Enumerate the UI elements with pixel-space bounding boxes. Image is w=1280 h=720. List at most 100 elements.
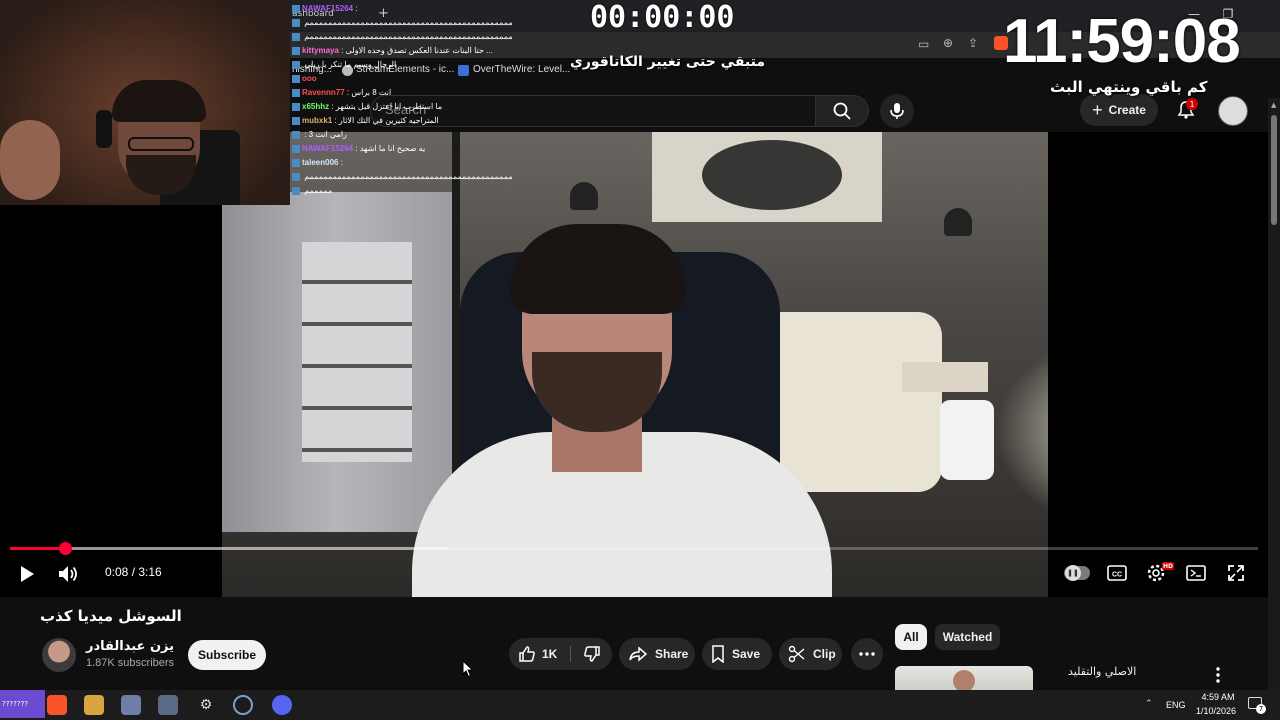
save-button[interactable]: Save bbox=[702, 638, 772, 670]
chat-badge-icon bbox=[292, 74, 300, 83]
share-icon bbox=[629, 646, 648, 662]
chat-badge-icon bbox=[292, 18, 300, 27]
brave-taskbar-icon[interactable] bbox=[47, 695, 67, 715]
chat-username: NAWAF15264 bbox=[302, 144, 354, 153]
app-taskbar-icon[interactable] bbox=[121, 695, 141, 715]
tray-expand-icon[interactable]: ⌃ bbox=[1145, 699, 1153, 709]
recommendation-title[interactable]: الاصلي والتقليد bbox=[1068, 665, 1136, 678]
svg-text:CC: CC bbox=[1112, 572, 1122, 579]
tray-time[interactable]: 4:59 AM bbox=[1196, 692, 1240, 702]
start-button[interactable]: ??????? bbox=[0, 690, 45, 718]
volume-button[interactable] bbox=[56, 561, 82, 587]
chat-badge-icon bbox=[292, 172, 300, 181]
subscribe-button[interactable]: Subscribe bbox=[188, 640, 266, 670]
like-count: 1K bbox=[542, 647, 558, 661]
like-button[interactable]: 1K bbox=[509, 638, 569, 670]
chat-badge-icon bbox=[292, 60, 300, 69]
progress-played bbox=[10, 547, 65, 550]
tray-language[interactable]: ENG bbox=[1166, 700, 1186, 710]
chat-badge-icon bbox=[292, 130, 300, 139]
stream-clock: 11:59:08 bbox=[1003, 7, 1241, 76]
thumbnail-person bbox=[953, 670, 975, 690]
autoplay-pause-icon: ❚❚ bbox=[1065, 565, 1081, 581]
bookmark-item[interactable]: OverTheWire: Level... bbox=[473, 64, 570, 75]
chat-message: kittymaya : حتا البنات عندنا العكس تصدق … bbox=[292, 45, 493, 57]
app-taskbar-icon[interactable] bbox=[158, 695, 178, 715]
captions-button[interactable]: CC bbox=[1106, 563, 1128, 583]
folder-taskbar-icon[interactable] bbox=[84, 695, 104, 715]
voice-search-button[interactable] bbox=[880, 94, 914, 128]
zoom-icon[interactable]: ⊕ bbox=[943, 36, 953, 50]
chat-username: x65hhz bbox=[302, 102, 330, 111]
chat-text: : bbox=[353, 4, 358, 13]
channel-avatar[interactable] bbox=[42, 638, 76, 672]
thumbs-up-icon bbox=[519, 646, 535, 662]
more-actions-button[interactable] bbox=[851, 638, 883, 670]
plus-icon: + bbox=[1092, 100, 1103, 120]
webcam-hair bbox=[112, 80, 206, 122]
theater-icon bbox=[1186, 565, 1206, 581]
app-taskbar-icon[interactable] bbox=[233, 695, 253, 715]
chat-badge-icon bbox=[292, 158, 300, 167]
webcam-overlay bbox=[0, 0, 290, 205]
clip-label: Clip bbox=[813, 647, 836, 661]
drawers bbox=[302, 242, 412, 462]
channel-name[interactable]: يزن عبدالقادر bbox=[86, 639, 174, 654]
chip-watched[interactable]: Watched bbox=[935, 624, 1000, 650]
scrollbar-thumb[interactable] bbox=[1271, 115, 1277, 225]
play-icon bbox=[21, 566, 34, 582]
settings-taskbar-icon[interactable]: ⚙ bbox=[196, 695, 216, 715]
captions-icon: CC bbox=[1107, 565, 1127, 581]
tray-date[interactable]: 1/10/2026 bbox=[1188, 706, 1244, 716]
chat-text: : ما استطرب انا اعتزل قبل يتشهر bbox=[329, 102, 443, 111]
chat-message: x65hhz : ما استطرب انا اعتزل قبل يتشهر bbox=[292, 101, 442, 113]
chip-all[interactable]: All bbox=[895, 624, 927, 650]
fullscreen-button[interactable] bbox=[1225, 563, 1247, 583]
more-vertical-icon bbox=[1216, 667, 1220, 683]
webcam-hand bbox=[0, 120, 60, 200]
chat-message: NAWAF15264 : bbox=[292, 3, 358, 15]
humidifier bbox=[940, 400, 994, 480]
hd-badge: HD bbox=[1162, 562, 1174, 570]
discord-taskbar-icon[interactable] bbox=[272, 695, 292, 715]
stream-timer: 00:00:00 bbox=[590, 0, 735, 35]
create-button[interactable]: + Create bbox=[1080, 94, 1158, 126]
chat-text: مممممممممممممممممممممممممممممممممممممممم… bbox=[302, 18, 513, 27]
bookmark-icon bbox=[712, 645, 724, 663]
play-button[interactable] bbox=[14, 561, 40, 587]
chat-badge-icon bbox=[292, 102, 300, 111]
chat-message: taleen006 : bbox=[292, 157, 343, 169]
clip-button[interactable]: Clip bbox=[779, 638, 842, 670]
taskbar bbox=[0, 690, 1280, 720]
more-horizontal-icon bbox=[859, 652, 875, 656]
scroll-up-icon[interactable]: ▲ bbox=[1271, 101, 1276, 109]
search-button[interactable] bbox=[815, 95, 869, 127]
account-avatar[interactable] bbox=[1218, 96, 1248, 126]
chat-text: مممممممممممممممممممممممممممممممممممممممم… bbox=[302, 172, 513, 181]
wall-art-ink bbox=[702, 140, 842, 210]
person-hair bbox=[510, 224, 686, 314]
chat-message: : رامي انت 3 bbox=[292, 129, 347, 141]
webcam-glasses bbox=[128, 137, 194, 151]
chat-text: : bbox=[338, 158, 343, 167]
chat-message: مممممممممممممممممممممممممممممممممممممممم… bbox=[292, 31, 513, 43]
chat-text: : يه صحيح انا ما اشهد bbox=[353, 144, 426, 153]
dislike-button[interactable] bbox=[571, 638, 612, 670]
time-display: 0:08 / 3:16 bbox=[105, 565, 162, 579]
screenshot-icon[interactable]: ▭ bbox=[918, 37, 929, 51]
chat-text: : المتراجيه كثيرين في التك الاثار bbox=[332, 116, 439, 125]
like-dislike-group: 1K bbox=[509, 638, 612, 670]
share-button[interactable]: Share bbox=[619, 638, 695, 670]
recommendation-thumbnail[interactable] bbox=[895, 666, 1033, 690]
share-page-icon[interactable]: ⇪ bbox=[968, 36, 978, 50]
chat-badge-icon bbox=[292, 88, 300, 97]
share-label: Share bbox=[655, 647, 689, 661]
chat-message: الرجال وسيم ما تنكر يا ريلي bbox=[292, 59, 396, 71]
create-label: Create bbox=[1108, 103, 1146, 117]
notification-center-badge: 7 bbox=[1256, 704, 1266, 714]
recommendation-more-button[interactable] bbox=[1208, 664, 1228, 686]
chat-text: : انت 8 براس bbox=[344, 88, 392, 97]
progress-scrubber[interactable] bbox=[59, 542, 72, 555]
theater-mode-button[interactable] bbox=[1185, 563, 1207, 583]
thumbs-down-icon bbox=[583, 646, 600, 662]
